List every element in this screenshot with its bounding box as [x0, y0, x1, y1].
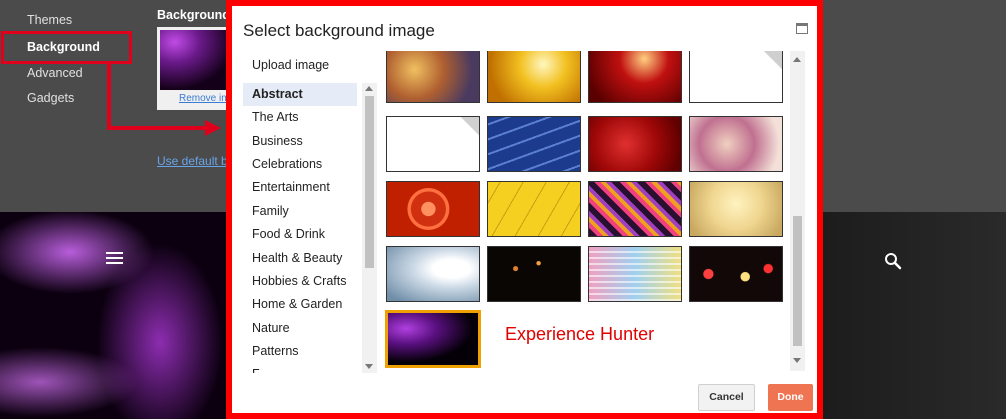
- background-image-grid: [384, 51, 804, 371]
- search-icon[interactable]: [884, 252, 902, 270]
- category-business[interactable]: Business: [243, 130, 357, 153]
- bg-thumbnail[interactable]: [588, 246, 682, 302]
- bg-thumbnail[interactable]: [689, 116, 783, 172]
- bg-thumbnail[interactable]: [386, 246, 480, 302]
- select-background-dialog: Select background image Upload image Abs…: [226, 0, 823, 419]
- hamburger-icon[interactable]: [106, 252, 123, 264]
- bg-thumbnail[interactable]: [689, 181, 783, 237]
- category-scroll-thumb[interactable]: [365, 96, 374, 268]
- bg-thumbnail[interactable]: [689, 51, 783, 103]
- category-celebrations[interactable]: Celebrations: [243, 153, 357, 176]
- annotation-highlight-box: [1, 31, 132, 64]
- bg-thumbnail[interactable]: [487, 51, 581, 103]
- current-background-image: [160, 30, 234, 90]
- category-list: Upload image Abstract The Arts Business …: [243, 51, 377, 373]
- scroll-up-arrow-icon[interactable]: [365, 86, 373, 91]
- scroll-down-arrow-icon[interactable]: [365, 364, 373, 369]
- dialog-title: Select background image: [243, 21, 435, 40]
- scroll-up-arrow-icon[interactable]: [793, 57, 801, 62]
- bg-thumbnail[interactable]: [487, 246, 581, 302]
- bg-thumbnail[interactable]: [487, 181, 581, 237]
- maximize-icon[interactable]: [796, 23, 808, 34]
- bg-thumbnail[interactable]: [588, 116, 682, 172]
- category-hobbies-crafts[interactable]: Hobbies & Crafts: [243, 270, 357, 293]
- use-default-background-link[interactable]: Use default ba: [157, 154, 234, 168]
- annotation-arrow-horizontal: [107, 126, 207, 130]
- category-nature[interactable]: Nature: [243, 317, 357, 340]
- category-upload-image[interactable]: Upload image: [243, 54, 357, 77]
- category-health-beauty[interactable]: Health & Beauty: [243, 247, 357, 270]
- category-patterns[interactable]: Patterns: [243, 340, 357, 363]
- category-food-drink[interactable]: Food & Drink: [243, 223, 357, 246]
- bg-thumbnail[interactable]: [588, 51, 682, 103]
- bg-thumbnail-selected[interactable]: [385, 310, 481, 368]
- bg-thumbnail[interactable]: [487, 116, 581, 172]
- nav-item-themes[interactable]: Themes: [27, 13, 72, 27]
- nav-item-gadgets[interactable]: Gadgets: [27, 91, 74, 105]
- bg-thumbnail[interactable]: [386, 116, 480, 172]
- watermark-text: Experience Hunter: [505, 324, 655, 344]
- bg-thumbnail[interactable]: [386, 51, 480, 103]
- scroll-down-arrow-icon[interactable]: [793, 358, 801, 363]
- bg-thumbnail[interactable]: [588, 181, 682, 237]
- remove-image-link[interactable]: Remove im: [179, 93, 230, 104]
- category-home-garden[interactable]: Home & Garden: [243, 293, 357, 316]
- image-grid-scrollbar[interactable]: [790, 51, 805, 371]
- cancel-button[interactable]: Cancel: [698, 384, 755, 411]
- category-next[interactable]: F…: [243, 363, 357, 373]
- image-grid-scroll-thumb[interactable]: [793, 216, 802, 346]
- annotation-arrow-vertical: [107, 64, 111, 130]
- annotation-arrow-head: [205, 120, 221, 136]
- category-entertainment[interactable]: Entertainment: [243, 176, 357, 199]
- nav-item-advanced[interactable]: Advanced: [27, 66, 83, 80]
- current-background-thumbnail[interactable]: Remove im: [157, 27, 237, 110]
- bg-thumbnail[interactable]: [689, 246, 783, 302]
- preview-sidebar-area: [820, 212, 1006, 419]
- bg-thumbnail[interactable]: [386, 181, 480, 237]
- category-family[interactable]: Family: [243, 200, 357, 223]
- done-button[interactable]: Done: [768, 384, 813, 411]
- category-scrollbar[interactable]: [362, 83, 377, 373]
- category-the-arts[interactable]: The Arts: [243, 106, 357, 129]
- category-abstract[interactable]: Abstract: [243, 83, 357, 106]
- background-section-title: Background: [157, 8, 230, 22]
